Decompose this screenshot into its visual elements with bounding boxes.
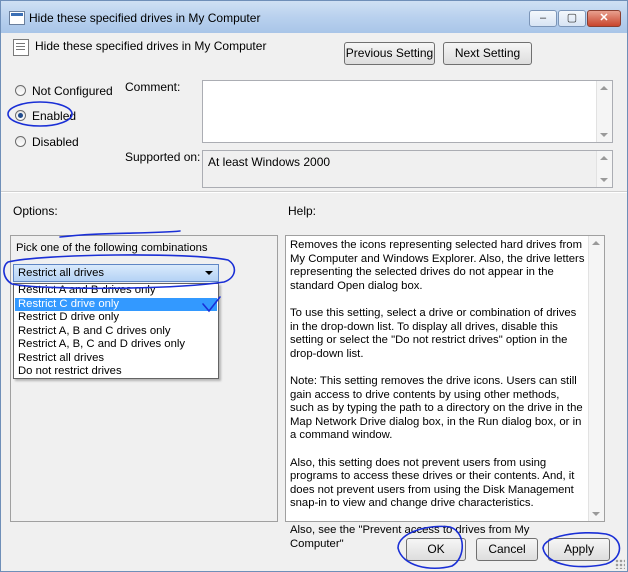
- window-title: Hide these specified drives in My Comput…: [29, 11, 261, 25]
- help-panel: Removes the icons representing selected …: [285, 235, 605, 550]
- comment-label: Comment:: [125, 80, 181, 94]
- section-divider: [1, 191, 627, 193]
- supported-scrollbar[interactable]: [596, 151, 612, 187]
- radio-button[interactable]: [15, 136, 26, 147]
- comment-scrollbar[interactable]: [596, 81, 612, 142]
- combobox-selected-value: Restrict all drives: [18, 267, 105, 279]
- apply-button[interactable]: Apply: [548, 538, 610, 561]
- scroll-down-icon[interactable]: [600, 178, 608, 182]
- title-bar[interactable]: Hide these specified drives in My Comput…: [1, 1, 627, 33]
- dropdown-item[interactable]: Restrict A and B drives only: [15, 284, 217, 298]
- supported-on-label: Supported on:: [125, 150, 201, 164]
- supported-on-field: At least Windows 2000: [202, 150, 613, 188]
- supported-on-value: At least Windows 2000: [208, 155, 331, 169]
- next-setting-button[interactable]: Next Setting: [443, 42, 532, 65]
- dropdown-item-highlighted[interactable]: Restrict C drive only: [15, 297, 217, 311]
- drive-restriction-dropdown-list: Restrict A and B drives only Restrict C …: [13, 283, 219, 379]
- options-label: Options:: [13, 204, 58, 218]
- policy-app-icon: [9, 11, 25, 25]
- options-prompt: Pick one of the following combinations: [16, 242, 208, 254]
- dropdown-item[interactable]: Do not restrict drives: [15, 365, 217, 379]
- scroll-down-icon[interactable]: [600, 133, 608, 137]
- policy-dialog-window: Hide these specified drives in My Comput…: [0, 0, 628, 572]
- radio-label: Not Configured: [32, 84, 113, 98]
- scroll-up-icon[interactable]: [600, 86, 608, 90]
- close-button[interactable]: ✕: [587, 10, 621, 27]
- radio-label: Disabled: [32, 135, 79, 149]
- minimize-button[interactable]: –: [529, 10, 557, 27]
- dropdown-item[interactable]: Restrict A, B, C and D drives only: [15, 338, 217, 352]
- dropdown-item[interactable]: Restrict D drive only: [15, 311, 217, 325]
- policy-title: Hide these specified drives in My Comput…: [35, 39, 267, 53]
- scroll-up-icon[interactable]: [600, 156, 608, 160]
- cancel-button[interactable]: Cancel: [476, 538, 538, 561]
- radio-label: Enabled: [32, 109, 77, 123]
- radio-button[interactable]: [15, 110, 26, 121]
- resize-grip-icon[interactable]: [615, 559, 625, 569]
- scroll-down-icon[interactable]: [592, 512, 600, 516]
- scroll-up-icon[interactable]: [592, 241, 600, 245]
- policy-setting-icon: [13, 39, 29, 56]
- help-text: Removes the icons representing selected …: [290, 239, 585, 551]
- radio-button[interactable]: [15, 85, 26, 96]
- comment-textbox[interactable]: [202, 80, 613, 143]
- previous-setting-button[interactable]: Previous Setting: [344, 42, 435, 65]
- dropdown-item[interactable]: Restrict all drives: [15, 352, 217, 366]
- help-label: Help:: [288, 204, 317, 218]
- help-scrollbar[interactable]: [588, 236, 604, 521]
- chevron-down-icon[interactable]: [205, 271, 213, 275]
- maximize-button[interactable]: ▢: [558, 10, 586, 27]
- drive-restriction-combobox[interactable]: Restrict all drives: [13, 264, 219, 282]
- dropdown-item[interactable]: Restrict A, B and C drives only: [15, 325, 217, 339]
- ok-button[interactable]: OK: [406, 538, 466, 561]
